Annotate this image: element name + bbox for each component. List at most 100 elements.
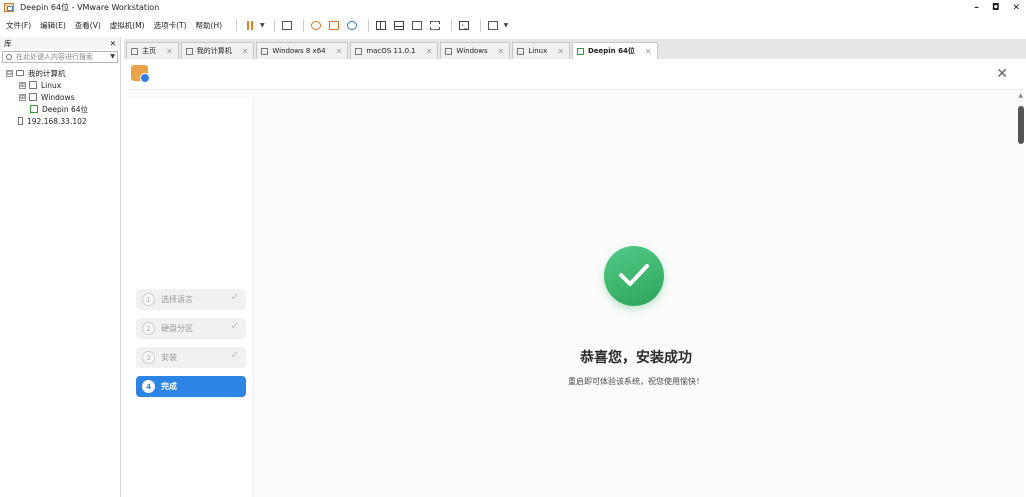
title-bar: Deepin 64位 - VMware Workstation – ◘ ✕ xyxy=(0,0,1026,15)
snapshot-manager-icon xyxy=(347,20,358,30)
library-tree: ⊟ 我的计算机 ⊞ Linux ⊞ Windows Deepin 64位 192… xyxy=(0,67,120,127)
expand-icon[interactable]: ⊞ xyxy=(19,81,26,89)
stretch-button[interactable] xyxy=(486,18,501,33)
step-number: 1 xyxy=(142,293,155,306)
tree-item-windows[interactable]: ⊞ Windows xyxy=(0,91,120,103)
vm-icon xyxy=(445,47,453,55)
step-select-language: 1 选择语言 ✓ xyxy=(136,289,246,310)
pause-icon xyxy=(246,20,253,30)
computer-icon xyxy=(185,47,193,55)
scrollbar-thumb[interactable] xyxy=(1018,106,1024,144)
check-icon: ✓ xyxy=(230,350,239,361)
tab-close-icon[interactable]: ✕ xyxy=(498,47,505,56)
tab-home[interactable]: 主页 ✕ xyxy=(126,42,179,59)
tab-close-icon[interactable]: ✕ xyxy=(166,47,173,56)
window-title: Deepin 64位 - VMware Workstation xyxy=(20,3,160,12)
unity-button[interactable] xyxy=(428,18,443,33)
running-vm-icon xyxy=(576,47,584,55)
library-icon xyxy=(376,20,387,30)
tab-label: Deepin 64位 xyxy=(587,47,635,55)
tab-label: Windows 8 x64 xyxy=(272,47,326,55)
tab-close-icon[interactable]: ✕ xyxy=(426,47,433,56)
menu-toolbar: 文件(F) 编辑(E) 查看(V) 虚拟机(M) 选项卡(T) 帮助(H) ▼ … xyxy=(0,15,1026,35)
step-finish: 4 完成 xyxy=(136,376,246,397)
vmware-app-icon xyxy=(4,3,14,12)
running-vm-icon xyxy=(30,105,38,113)
tree-item-label: Linux xyxy=(41,80,62,90)
folder-icon xyxy=(29,81,37,89)
tab-my-computer[interactable]: 我的计算机 ✕ xyxy=(180,42,255,59)
step-number: 3 xyxy=(142,351,155,364)
tab-close-icon[interactable]: ✕ xyxy=(242,47,249,56)
step-install: 3 安装 ✓ xyxy=(136,347,246,368)
stretch-dropdown-arrow[interactable]: ▼ xyxy=(504,22,509,29)
tree-item-label: 192.168.33.102 xyxy=(27,116,87,126)
revert-icon xyxy=(329,20,340,30)
installer-close-button[interactable]: ✕ xyxy=(996,66,1008,82)
step-number: 2 xyxy=(142,322,155,335)
installer-steps: 1 选择语言 ✓ 2 硬盘分区 ✓ 3 安装 ✓ 4 完成 xyxy=(126,98,254,497)
tab-close-icon[interactable]: ✕ xyxy=(557,47,564,56)
unity-icon xyxy=(430,20,441,30)
pause-button[interactable] xyxy=(242,18,257,33)
menu-tabs[interactable]: 选项卡(T) xyxy=(154,20,187,31)
full-screen-button[interactable] xyxy=(410,18,425,33)
library-close-button[interactable]: ✕ xyxy=(110,39,116,48)
library-search-input[interactable]: 在此处键入内容进行搜索 ▼ xyxy=(2,51,118,63)
menu-file[interactable]: 文件(F) xyxy=(6,20,31,31)
minimize-button[interactable]: – xyxy=(974,3,979,13)
tab-macos[interactable]: macOS 11.0.1 ✕ xyxy=(350,42,439,59)
tree-item-label: 我的计算机 xyxy=(28,68,66,78)
tree-item-linux[interactable]: ⊞ Linux xyxy=(0,79,120,91)
snapshot-button[interactable] xyxy=(309,18,324,33)
tab-linux[interactable]: Linux ✕ xyxy=(512,42,570,59)
stretch-icon xyxy=(488,20,499,30)
console-view-button[interactable]: ›_ xyxy=(457,18,472,33)
step-number: 4 xyxy=(142,380,155,393)
library-title: 库 xyxy=(4,38,12,48)
terminal-icon: ›_ xyxy=(459,20,470,30)
expand-icon[interactable]: ⊞ xyxy=(19,93,26,101)
chevron-down-icon[interactable]: ▼ xyxy=(110,53,115,60)
send-ctrl-alt-del-button[interactable] xyxy=(280,18,295,33)
pause-dropdown-arrow[interactable]: ▼ xyxy=(260,22,265,29)
window-controls: – ◘ ✕ xyxy=(974,0,1020,15)
success-subtitle: 重启即可体验该系统，祝您使用愉快！ xyxy=(568,377,704,386)
clock-icon xyxy=(311,20,322,30)
snapshot-manager-button[interactable] xyxy=(345,18,360,33)
collapse-icon[interactable]: ⊟ xyxy=(6,69,13,77)
step-label: 硬盘分区 xyxy=(161,324,193,333)
full-screen-icon xyxy=(412,20,423,30)
tree-item-label: Deepin 64位 xyxy=(42,104,89,114)
tab-close-icon[interactable]: ✕ xyxy=(336,47,343,56)
tree-item-deepin[interactable]: Deepin 64位 xyxy=(0,103,120,115)
tab-deepin[interactable]: Deepin 64位 ✕ xyxy=(571,42,658,59)
scroll-up-icon[interactable]: ▲ xyxy=(1018,92,1023,99)
maximize-button[interactable]: ◘ xyxy=(992,3,1000,13)
show-library-button[interactable] xyxy=(374,18,389,33)
home-icon xyxy=(131,47,138,55)
search-placeholder: 在此处键入内容进行搜索 xyxy=(16,53,93,61)
vm-display[interactable]: ✕ ▲ 1 选择语言 ✓ 2 硬盘分区 ✓ 3 安装 ✓ 4 完成 恭喜您，安装… xyxy=(126,60,1024,497)
close-window-button[interactable]: ✕ xyxy=(1012,3,1020,13)
revert-snapshot-button[interactable] xyxy=(327,18,342,33)
keyboard-icon xyxy=(282,20,293,30)
menu-vm[interactable]: 虚拟机(M) xyxy=(110,20,145,31)
success-title: 恭喜您，安装成功 xyxy=(580,350,692,366)
vm-icon xyxy=(355,47,363,55)
tab-windows8[interactable]: Windows 8 x64 ✕ xyxy=(256,42,349,59)
menu-edit[interactable]: 编辑(E) xyxy=(40,20,66,31)
tab-label: Windows xyxy=(456,47,488,55)
tab-windows[interactable]: Windows ✕ xyxy=(440,42,511,59)
installer-logo-icon xyxy=(131,65,150,83)
vm-icon xyxy=(261,47,269,55)
check-icon: ✓ xyxy=(230,292,239,303)
tree-item-my-computer[interactable]: ⊟ 我的计算机 xyxy=(0,67,120,79)
menu-help[interactable]: 帮助(H) xyxy=(196,20,223,31)
toolbar-separator xyxy=(450,18,452,32)
show-thumbnails-button[interactable] xyxy=(392,18,407,33)
tree-item-remote-host[interactable]: 192.168.33.102 xyxy=(0,115,120,127)
tab-close-icon[interactable]: ✕ xyxy=(645,47,652,56)
menu-view[interactable]: 查看(V) xyxy=(75,20,101,31)
tab-label: macOS 11.0.1 xyxy=(366,47,416,55)
